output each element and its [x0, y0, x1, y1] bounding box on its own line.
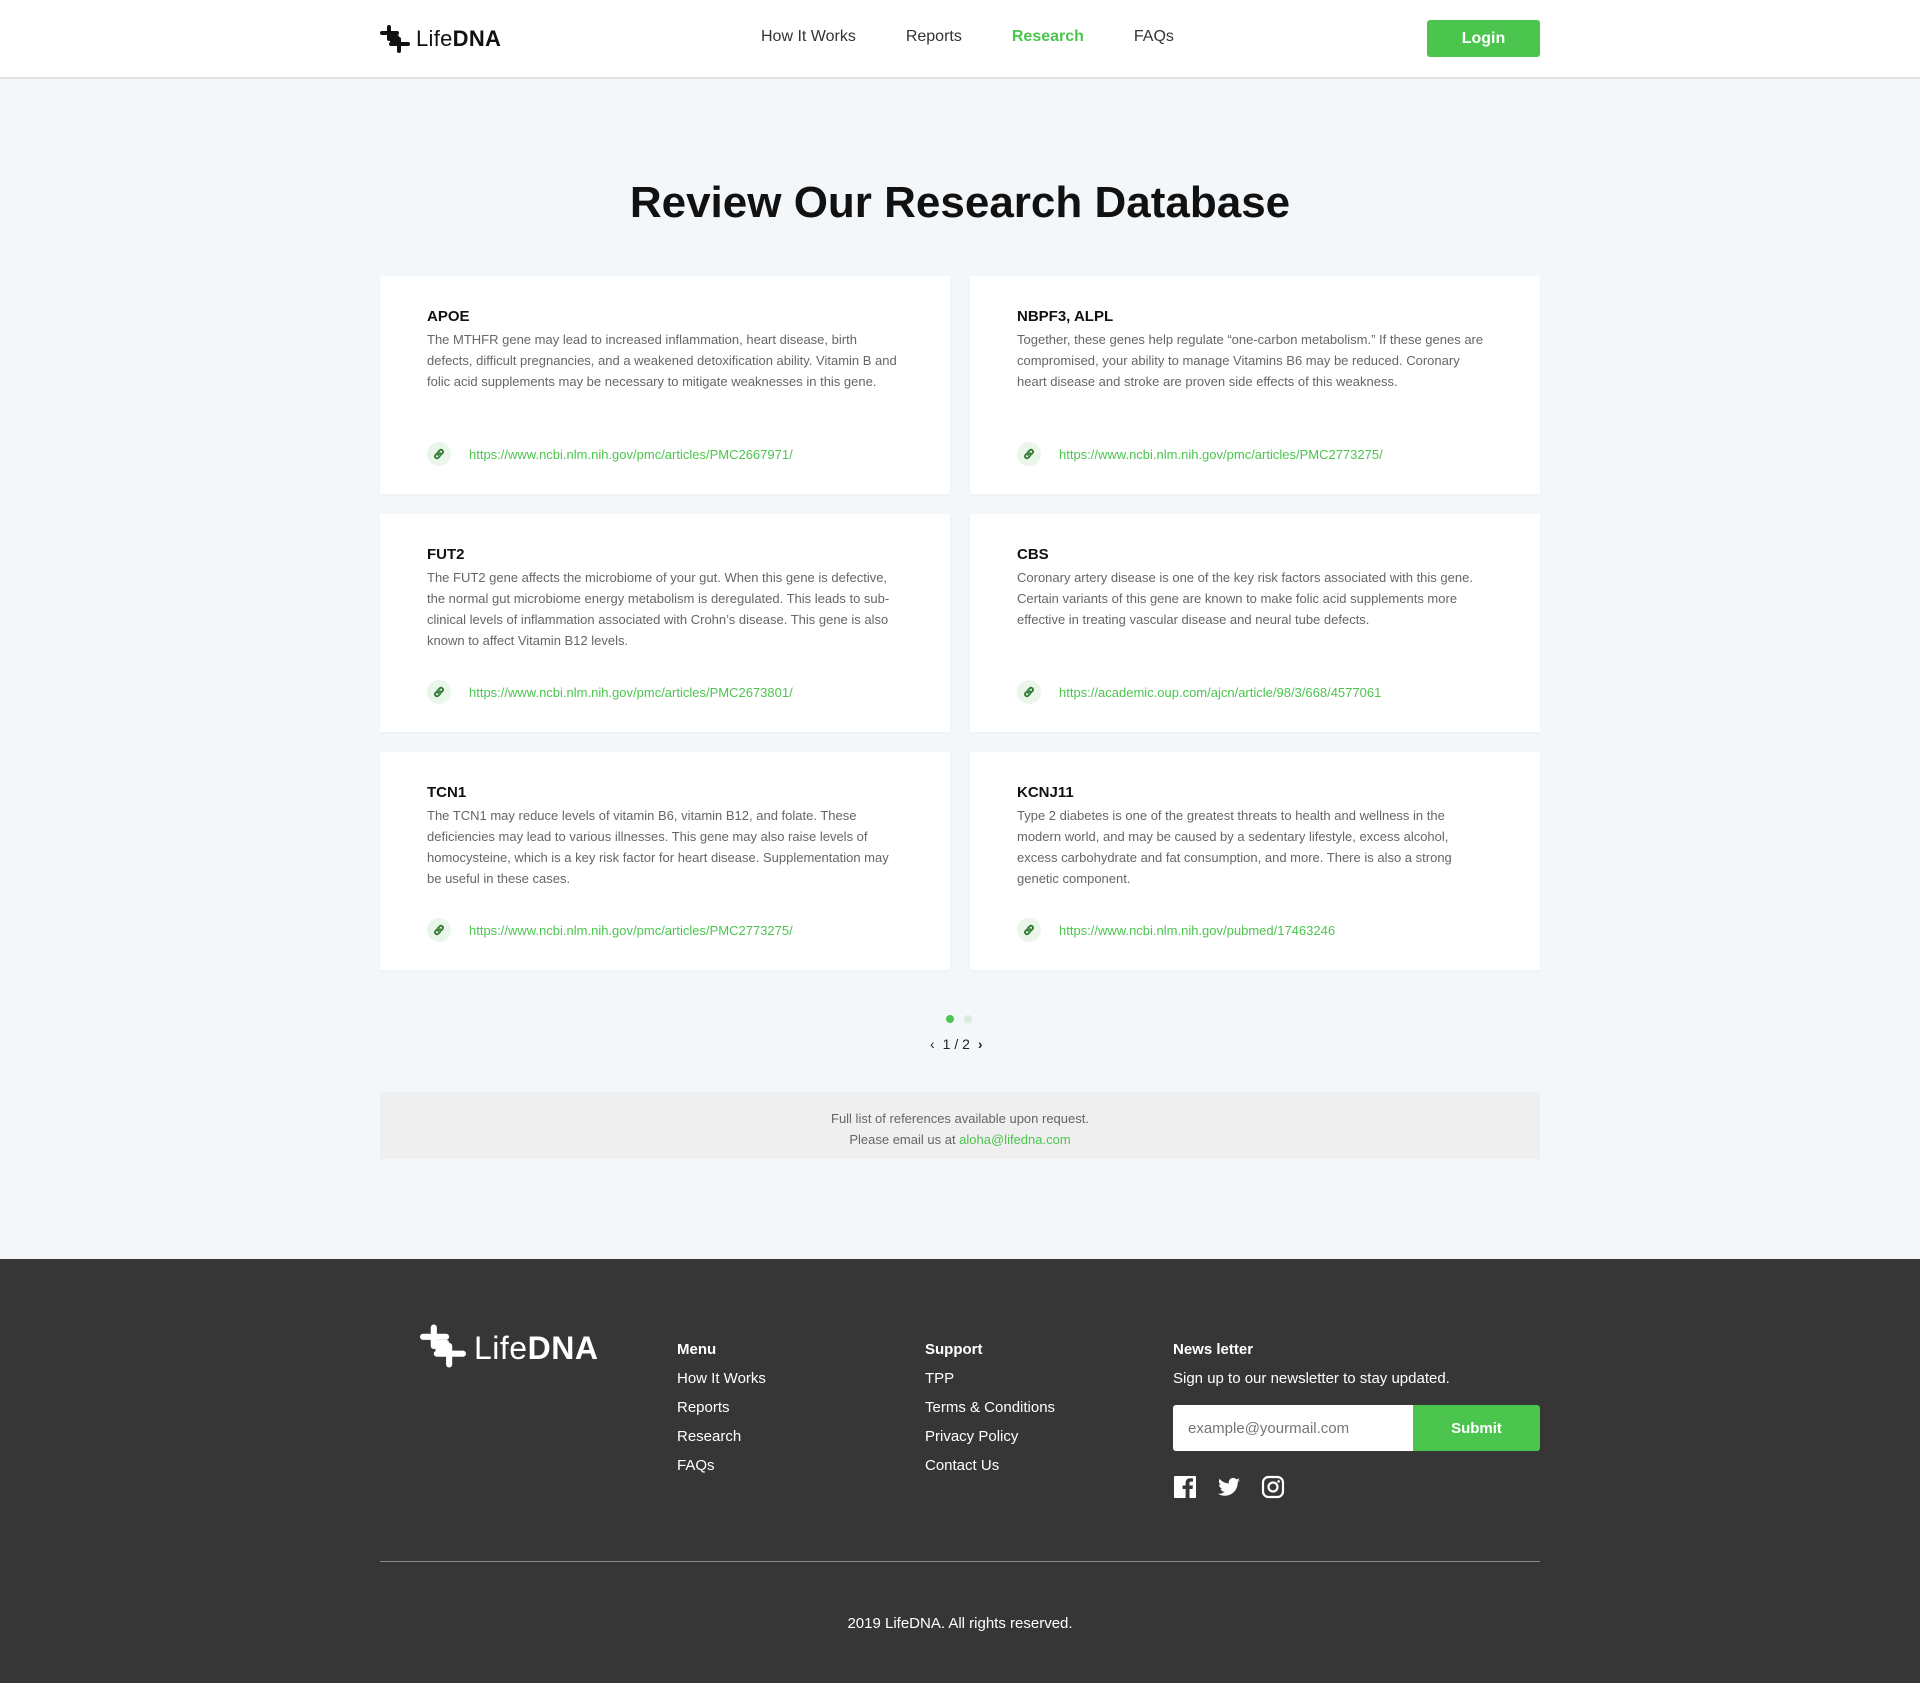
card-link-row: https://www.ncbi.nlm.nih.gov/pmc/article… [427, 918, 793, 942]
newsletter-form: Submit [1173, 1405, 1540, 1451]
dna-logo-icon [380, 24, 410, 54]
footer-link-terms[interactable]: Terms & Conditions [925, 1399, 1055, 1416]
card-description: The TCN1 may reduce levels of vitamin B6… [427, 808, 889, 886]
card-link-row: https://www.ncbi.nlm.nih.gov/pmc/article… [427, 442, 793, 466]
logo-link[interactable]: LifeDNA [380, 24, 501, 54]
carousel-dot-1[interactable] [946, 1015, 954, 1023]
newsletter-submit-button[interactable]: Submit [1413, 1405, 1540, 1451]
link-icon [1017, 680, 1041, 704]
card-description: Together, these genes help regulate “one… [1017, 332, 1484, 389]
link-icon [1017, 442, 1041, 466]
nav-how-it-works[interactable]: How It Works [761, 28, 856, 46]
footer-link-tpp[interactable]: TPP [925, 1370, 1055, 1387]
card-title: APOE [427, 308, 470, 325]
references-email-link[interactable]: aloha@lifedna.com [959, 1132, 1070, 1147]
twitter-icon[interactable] [1217, 1475, 1241, 1499]
footer-logo[interactable]: LifeDNA [420, 1323, 598, 1374]
footer-menu: Menu How It Works Reports Research FAQs [677, 1341, 766, 1486]
card-link-url[interactable]: https://www.ncbi.nlm.nih.gov/pmc/article… [469, 923, 793, 938]
card-title: FUT2 [427, 546, 465, 563]
carousel-dot-2[interactable] [964, 1015, 972, 1023]
page-title: Review Our Research Database [629, 178, 1291, 227]
research-card: NBPF3, ALPL Together, these genes help r… [970, 276, 1540, 494]
research-card: TCN1 The TCN1 may reduce levels of vitam… [380, 752, 950, 970]
card-description: Coronary artery disease is one of the ke… [1017, 570, 1473, 627]
link-icon [1017, 918, 1041, 942]
link-icon [427, 680, 451, 704]
research-card: FUT2 The FUT2 gene affects the microbiom… [380, 514, 950, 732]
link-icon [427, 918, 451, 942]
link-icon [427, 442, 451, 466]
card-link-url[interactable]: https://www.ncbi.nlm.nih.gov/pmc/article… [469, 685, 793, 700]
footer-link-faqs[interactable]: FAQs [677, 1457, 766, 1474]
footer-divider [380, 1561, 1540, 1562]
footer-link-contact[interactable]: Contact Us [925, 1457, 1055, 1474]
newsletter-text: Sign up to our newsletter to stay update… [1173, 1370, 1450, 1387]
copyright-text: 2019 LifeDNA. All rights reserved. [847, 1615, 1073, 1632]
research-card: KCNJ11 Type 2 diabetes is one of the gre… [970, 752, 1540, 970]
card-link-url[interactable]: https://www.ncbi.nlm.nih.gov/pubmed/1746… [1059, 923, 1335, 938]
card-link-row: https://www.ncbi.nlm.nih.gov/pmc/article… [427, 680, 793, 704]
card-link-url[interactable]: https://www.ncbi.nlm.nih.gov/pmc/article… [469, 447, 793, 462]
page-indicator: 1 / 2 [942, 1036, 970, 1052]
newsletter-heading: News letter [1173, 1341, 1254, 1358]
card-title: TCN1 [427, 784, 467, 801]
research-card: APOE The MTHFR gene may lead to increase… [380, 276, 950, 494]
dna-logo-icon [420, 1323, 466, 1374]
references-line-2: Please email us at aloha@lifedna.com [849, 1132, 1071, 1147]
newsletter-email-input[interactable] [1173, 1405, 1413, 1451]
footer-support: Support TPP Terms & Conditions Privacy P… [925, 1341, 1055, 1486]
research-card: CBS Coronary artery disease is one of th… [970, 514, 1540, 732]
nav-faqs[interactable]: FAQs [1134, 28, 1174, 46]
card-title: CBS [1017, 546, 1049, 563]
footer-menu-heading: Menu [677, 1341, 717, 1358]
facebook-icon[interactable] [1173, 1475, 1197, 1499]
card-description: Type 2 diabetes is one of the greatest t… [1017, 808, 1452, 886]
footer-link-privacy[interactable]: Privacy Policy [925, 1428, 1055, 1445]
carousel-dots [946, 1015, 972, 1023]
footer-newsletter: News letter Sign up to our newsletter to… [1173, 1341, 1540, 1499]
research-cards-grid: APOE The MTHFR gene may lead to increase… [380, 276, 1540, 970]
nav-reports[interactable]: Reports [906, 28, 962, 46]
footer-link-how-it-works[interactable]: How It Works [677, 1370, 766, 1387]
card-link-row: https://www.ncbi.nlm.nih.gov/pmc/article… [1017, 442, 1383, 466]
nav-research[interactable]: Research [1012, 28, 1084, 46]
card-link-row: https://academic.oup.com/ajcn/article/98… [1017, 680, 1381, 704]
references-box: Full list of references available upon r… [380, 1092, 1540, 1159]
footer-link-research[interactable]: Research [677, 1428, 766, 1445]
footer-support-heading: Support [925, 1341, 983, 1358]
pager: ‹ 1 / 2 › [930, 1036, 983, 1052]
site-header: LifeDNA How It Works Reports Research FA… [0, 0, 1920, 79]
card-description: The FUT2 gene affects the microbiome of … [427, 570, 890, 648]
instagram-icon[interactable] [1261, 1475, 1285, 1499]
chevron-right-icon[interactable]: › [978, 1036, 983, 1052]
footer-logo-text: LifeDNA [474, 1330, 599, 1366]
login-button[interactable]: Login [1427, 20, 1540, 57]
social-links [1173, 1475, 1540, 1499]
card-title: NBPF3, ALPL [1017, 308, 1114, 325]
main-nav: How It Works Reports Research FAQs [761, 28, 1174, 46]
references-line-1: Full list of references available upon r… [831, 1111, 1089, 1126]
chevron-left-icon[interactable]: ‹ [930, 1036, 935, 1052]
card-link-url[interactable]: https://academic.oup.com/ajcn/article/98… [1059, 685, 1381, 700]
card-link-row: https://www.ncbi.nlm.nih.gov/pubmed/1746… [1017, 918, 1335, 942]
footer-link-reports[interactable]: Reports [677, 1399, 766, 1416]
site-footer: LifeDNA Menu How It Works Reports Resear… [0, 1259, 1920, 1683]
card-description: The MTHFR gene may lead to increased inf… [427, 332, 897, 389]
logo-text: LifeDNA [416, 26, 502, 51]
card-title: KCNJ11 [1017, 784, 1074, 801]
card-link-url[interactable]: https://www.ncbi.nlm.nih.gov/pmc/article… [1059, 447, 1383, 462]
